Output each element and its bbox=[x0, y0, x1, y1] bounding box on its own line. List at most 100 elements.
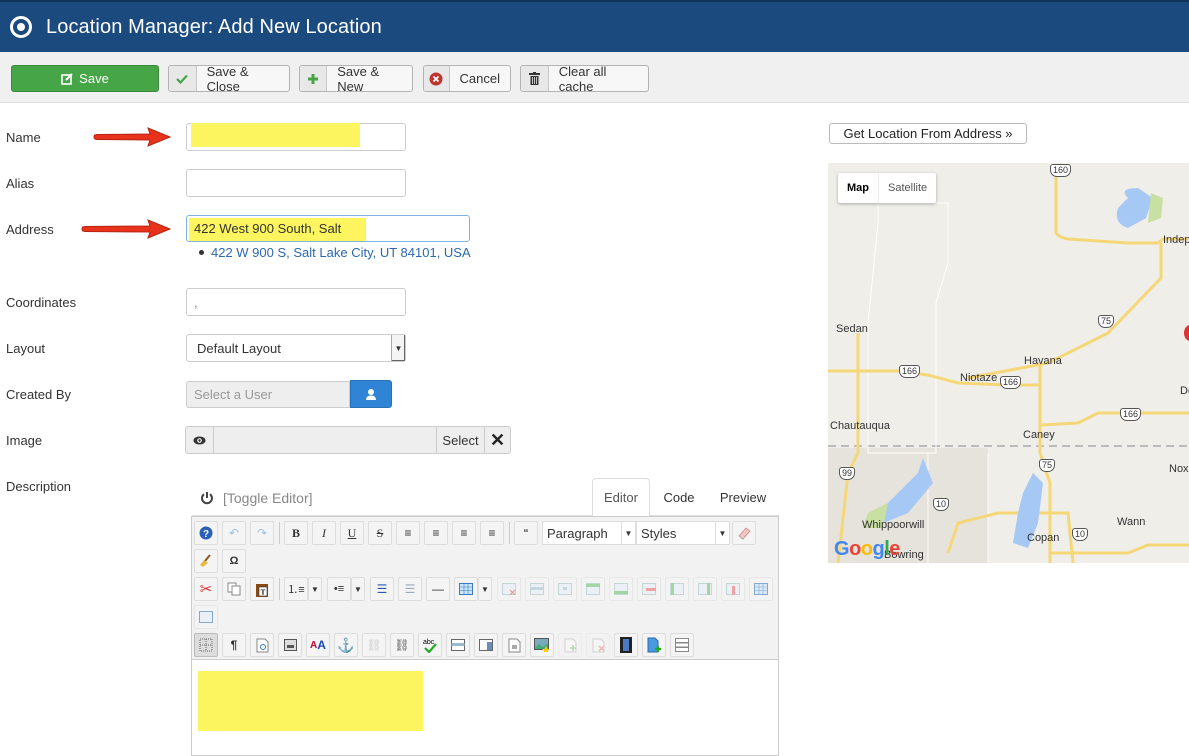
align-right-icon[interactable]: ≡ bbox=[480, 521, 504, 545]
red-arrow-icon bbox=[93, 127, 172, 147]
cell-props-icon[interactable] bbox=[553, 577, 577, 601]
special-char-icon[interactable]: Ω bbox=[222, 549, 246, 573]
pilcrow-icon[interactable]: ¶ bbox=[222, 633, 246, 657]
readmore-icon[interactable] bbox=[670, 633, 694, 657]
delete-doc-icon[interactable] bbox=[586, 633, 610, 657]
undo-icon[interactable]: ↶ bbox=[222, 521, 246, 545]
coordinates-input[interactable]: , bbox=[186, 288, 406, 316]
insert-image-icon[interactable] bbox=[530, 633, 554, 657]
save-close-button[interactable]: Save & Close bbox=[168, 64, 290, 94]
alias-input[interactable] bbox=[186, 169, 406, 197]
image-path-input[interactable] bbox=[214, 427, 436, 453]
save-new-button[interactable]: Save & New bbox=[299, 64, 413, 94]
cut-icon[interactable]: ✂ bbox=[194, 577, 218, 601]
table-icon[interactable] bbox=[454, 577, 478, 601]
fullscreen-icon[interactable] bbox=[278, 633, 302, 657]
media-icon[interactable] bbox=[614, 633, 638, 657]
indent-icon[interactable]: ☰ bbox=[370, 577, 394, 601]
blockquote-icon[interactable]: “ bbox=[514, 521, 538, 545]
outdent-icon[interactable]: ☰ bbox=[398, 577, 422, 601]
insert-row-after-icon[interactable] bbox=[609, 577, 633, 601]
map-marker-icon[interactable] bbox=[1184, 325, 1189, 341]
tab-preview[interactable]: Preview bbox=[712, 478, 774, 516]
format-select[interactable]: Paragraph ▼ bbox=[542, 521, 636, 545]
map-town-label: Havana bbox=[1024, 355, 1062, 367]
get-location-button[interactable]: Get Location From Address » bbox=[829, 123, 1027, 144]
ordered-list-dropdown[interactable]: ▼ bbox=[308, 577, 322, 601]
name-label: Name bbox=[6, 130, 41, 145]
map[interactable]: Map Satellite Indep Sedan Havana Niotaze… bbox=[828, 163, 1189, 563]
align-center-icon[interactable]: ≡ bbox=[424, 521, 448, 545]
bold-icon[interactable]: B bbox=[284, 521, 308, 545]
delete-row-icon[interactable] bbox=[637, 577, 661, 601]
description-highlight bbox=[198, 671, 423, 731]
underline-icon[interactable]: U bbox=[340, 521, 364, 545]
clear-image-icon[interactable]: ✕ bbox=[484, 427, 510, 453]
save-button[interactable]: Save bbox=[11, 65, 159, 92]
map-town-label: Wann bbox=[1117, 516, 1146, 528]
table-dropdown[interactable]: ▼ bbox=[478, 577, 492, 601]
template-icon[interactable] bbox=[474, 633, 498, 657]
eraser-icon[interactable] bbox=[732, 521, 756, 545]
image-select-button[interactable]: Select bbox=[436, 427, 484, 453]
toggle-editor-link[interactable]: [Toggle Editor] bbox=[200, 490, 313, 506]
delete-col-icon[interactable] bbox=[721, 577, 745, 601]
image-field: Select ✕ bbox=[185, 426, 511, 454]
map-type-satellite-button[interactable]: Satellite bbox=[879, 173, 936, 203]
separator bbox=[279, 522, 280, 544]
created-by-input[interactable]: Select a User bbox=[186, 381, 350, 408]
clear-cache-button[interactable]: Clear all cache bbox=[520, 64, 649, 94]
insert-file-icon[interactable] bbox=[502, 633, 526, 657]
tab-code[interactable]: Code bbox=[655, 478, 703, 516]
paste-text-icon[interactable]: T bbox=[250, 577, 274, 601]
map-town-label: Caney bbox=[1023, 429, 1055, 441]
insert-col-after-icon[interactable] bbox=[693, 577, 717, 601]
align-justify-icon[interactable]: ≡ bbox=[396, 521, 420, 545]
layer-icon[interactable] bbox=[446, 633, 470, 657]
link-icon[interactable]: ⛓ bbox=[390, 633, 414, 657]
power-icon bbox=[201, 492, 213, 505]
user-icon bbox=[366, 389, 376, 400]
italic-icon[interactable]: I bbox=[312, 521, 336, 545]
address-input[interactable]: 422 West 900 South, Salt bbox=[186, 215, 470, 242]
cleanup-broom-icon[interactable] bbox=[194, 549, 218, 573]
merge-cells-icon[interactable] bbox=[194, 605, 218, 629]
unlink-icon[interactable]: ⛓ bbox=[362, 633, 386, 657]
bullet-list-icon[interactable]: •≡ bbox=[327, 577, 351, 601]
strikethrough-icon[interactable]: S bbox=[368, 521, 392, 545]
address-suggestion[interactable]: 422 W 900 S, Salt Lake City, UT 84101, U… bbox=[199, 245, 471, 260]
font-size-icon[interactable]: AA bbox=[306, 633, 330, 657]
styles-select[interactable]: Styles ▼ bbox=[636, 521, 730, 545]
address-value: 422 West 900 South, Salt bbox=[194, 221, 342, 236]
horizontal-rule-icon[interactable]: — bbox=[426, 577, 450, 601]
tab-editor[interactable]: Editor bbox=[592, 478, 650, 516]
map-town-label: Sedan bbox=[836, 323, 868, 335]
anchor-icon[interactable]: ⚓ bbox=[334, 633, 358, 657]
preview-doc-icon[interactable] bbox=[250, 633, 274, 657]
help-icon[interactable]: ? bbox=[194, 521, 218, 545]
select-user-button[interactable] bbox=[350, 380, 392, 408]
insert-row-before-icon[interactable] bbox=[581, 577, 605, 601]
ordered-list-icon[interactable]: ⒈≡ bbox=[284, 577, 308, 601]
map-type-map-button[interactable]: Map bbox=[838, 173, 879, 203]
toolbar: Save Save & Close Save & New Cancel Clea… bbox=[0, 52, 1189, 103]
split-cells-icon[interactable] bbox=[749, 577, 773, 601]
insert-row-doc-icon[interactable] bbox=[558, 633, 582, 657]
coordinates-value: , bbox=[194, 294, 198, 310]
save-label: Save bbox=[79, 71, 109, 86]
map-town-label: Niotaze bbox=[960, 372, 998, 384]
row-props-icon[interactable] bbox=[525, 577, 549, 601]
delete-table-icon[interactable] bbox=[497, 577, 521, 601]
align-left-icon[interactable]: ≡ bbox=[452, 521, 476, 545]
visual-aid-icon[interactable] bbox=[194, 633, 218, 657]
layout-select[interactable]: Default Layout ▼ bbox=[186, 334, 406, 362]
redo-icon[interactable]: ↷ bbox=[250, 521, 274, 545]
trash-icon bbox=[521, 66, 549, 91]
cancel-button[interactable]: Cancel bbox=[423, 65, 511, 92]
copy-icon[interactable] bbox=[222, 577, 246, 601]
spellcheck-icon[interactable]: abc bbox=[418, 633, 442, 657]
bullet-list-dropdown[interactable]: ▼ bbox=[351, 577, 365, 601]
new-document-icon[interactable] bbox=[642, 633, 666, 657]
preview-eye-icon[interactable] bbox=[186, 427, 214, 453]
insert-col-before-icon[interactable] bbox=[665, 577, 689, 601]
